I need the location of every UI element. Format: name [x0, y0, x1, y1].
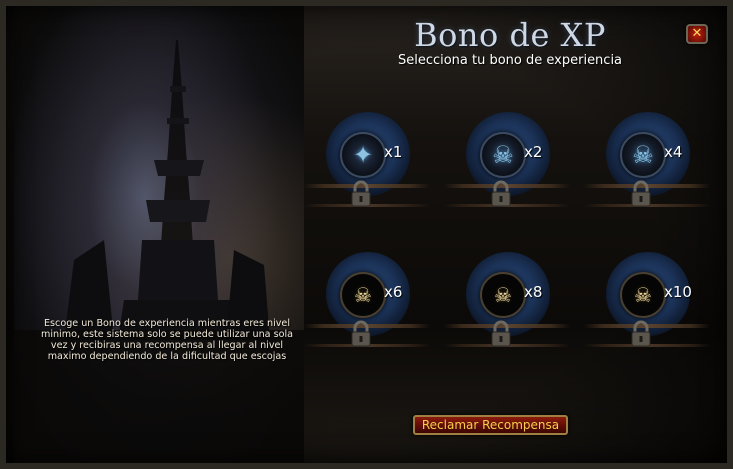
blue-skull-icon: ☠	[492, 141, 514, 169]
bonus-multiplier: x6	[384, 283, 403, 301]
bonus-option-x4[interactable]: ☠ x4	[584, 112, 710, 222]
padlock-icon	[491, 180, 511, 207]
bone-skull-icon: ☠	[494, 283, 512, 307]
bonus-multiplier: x8	[524, 283, 543, 301]
dialog-title: Bono de XP	[414, 16, 606, 54]
bonus-option-x2[interactable]: ☠ x2	[444, 112, 570, 222]
claim-reward-button[interactable]: Reclamar Recompensa	[413, 415, 568, 435]
padlock-icon	[351, 320, 371, 347]
blue-skull-spiked-icon: ✦	[352, 141, 374, 169]
close-button[interactable]: ✕	[686, 24, 708, 44]
dialog-subtitle: Selecciona tu bono de experiencia	[397, 53, 623, 68]
padlock-icon	[491, 320, 511, 347]
padlock-icon	[351, 180, 371, 207]
padlock-icon	[631, 180, 651, 207]
bone-skull-icon: ☠	[634, 283, 652, 307]
bonus-option-x8[interactable]: ☠ x8	[444, 252, 570, 362]
dialog-border	[0, 0, 733, 469]
close-icon: ✕	[691, 26, 703, 41]
bone-skull-icon: ☠	[354, 283, 372, 307]
bonus-option-x1[interactable]: ✦ x1	[304, 112, 430, 222]
bonus-option-x6[interactable]: ☠ x6	[304, 252, 430, 362]
bonus-multiplier: x10	[664, 283, 692, 301]
bonus-multiplier: x1	[384, 143, 403, 161]
blue-skull-icon: ☠	[632, 141, 654, 169]
bonus-multiplier: x4	[664, 143, 683, 161]
bonus-option-x10[interactable]: ☠ x10	[584, 252, 710, 362]
padlock-icon	[631, 320, 651, 347]
bonus-multiplier: x2	[524, 143, 543, 161]
